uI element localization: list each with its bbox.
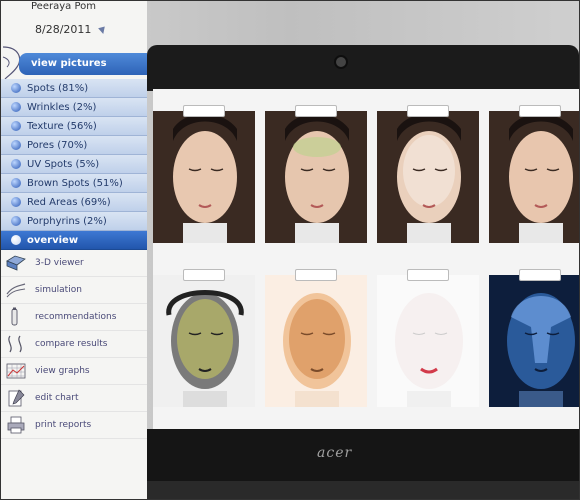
menu-item-label: Porphyrins (2%) — [27, 215, 107, 227]
menu-item-label: Red Areas (69%) — [27, 196, 111, 208]
monitor: acer — [147, 1, 579, 499]
tool-label: edit chart — [35, 393, 79, 403]
menu-item-pores[interactable]: Pores (70%) — [1, 136, 147, 155]
photo-tab — [295, 269, 337, 281]
recommendations-icon — [11, 307, 18, 326]
monitor-top-bezel — [147, 45, 579, 91]
monitor-brand-logo: acer — [317, 445, 353, 461]
face-photo-red-areas[interactable] — [377, 269, 479, 407]
bullet-icon — [11, 102, 21, 112]
bullet-icon — [11, 83, 21, 93]
face-photo-spots[interactable] — [153, 105, 255, 243]
photo-tab — [295, 105, 337, 117]
photo-tab — [183, 105, 225, 117]
photo-tab — [519, 105, 561, 117]
simulation-icon — [6, 283, 26, 298]
face-photo-texture[interactable] — [377, 105, 479, 243]
session-date-select[interactable]: 8/28/2011 ▼ — [35, 23, 108, 37]
photo-tab — [407, 269, 449, 281]
menu-item-red-areas[interactable]: Red Areas (69%) — [1, 193, 147, 212]
menu-item-label: Brown Spots (51%) — [27, 177, 123, 189]
analysis-menu: Spots (81%) Wrinkles (2%) Texture (56%) … — [1, 79, 147, 250]
face-image — [489, 275, 579, 407]
bullet-icon — [11, 235, 21, 245]
menu-item-texture[interactable]: Texture (56%) — [1, 117, 147, 136]
graph-icon — [6, 363, 26, 379]
face-image — [377, 275, 479, 407]
monitor-screen — [153, 89, 579, 429]
menu-item-overview[interactable]: overview — [1, 231, 147, 250]
bullet-icon — [11, 140, 21, 150]
photo-frame: Peeraya Pom 8/28/2011 ▼ view pictures Spo… — [0, 0, 580, 500]
face-image — [265, 275, 367, 407]
face-photo-pores[interactable] — [489, 105, 579, 243]
analysis-sidebar: Peeraya Pom 8/28/2011 ▼ view pictures Spo… — [1, 1, 147, 499]
face-image — [153, 111, 255, 243]
monitor-bottom-bezel: acer — [147, 429, 579, 481]
webcam-icon — [334, 55, 348, 69]
bullet-icon — [11, 159, 21, 169]
menu-item-label: overview — [27, 234, 79, 246]
session-date: 8/28/2011 — [35, 23, 92, 36]
tool-label: print reports — [35, 420, 92, 430]
menu-item-brown-spots[interactable]: Brown Spots (51%) — [1, 174, 147, 193]
bullet-icon — [11, 121, 21, 131]
tool-recommendations[interactable]: recommendations — [1, 304, 147, 331]
tool-label: simulation — [35, 285, 82, 295]
bullet-icon — [11, 216, 21, 226]
menu-item-spots[interactable]: Spots (81%) — [1, 79, 147, 98]
tool-label: 3-D viewer — [35, 258, 84, 268]
face-photo-wrinkles[interactable] — [265, 105, 367, 243]
menu-item-label: Texture (56%) — [27, 120, 97, 132]
menu-item-label: UV Spots (5%) — [27, 158, 100, 170]
menu-item-wrinkles[interactable]: Wrinkles (2%) — [1, 98, 147, 117]
tools-list: 3-D viewer simulation recommendations co… — [1, 250, 147, 439]
face-photo-porphyrins[interactable] — [489, 269, 579, 407]
menu-item-label: Wrinkles (2%) — [27, 101, 97, 113]
face-image — [377, 111, 479, 243]
tool-label: recommendations — [35, 312, 117, 322]
monitor-stand — [147, 481, 579, 499]
tool-compare-results[interactable]: compare results — [1, 331, 147, 358]
menu-item-uv-spots[interactable]: UV Spots (5%) — [1, 155, 147, 174]
face-photo-uv-spots[interactable] — [153, 269, 255, 407]
face-photo-brown-spots[interactable] — [265, 269, 367, 407]
menu-item-porphyrins[interactable]: Porphyrins (2%) — [1, 212, 147, 231]
edit-chart-icon — [8, 389, 25, 407]
menu-item-label: Pores (70%) — [27, 139, 88, 151]
bullet-icon — [11, 178, 21, 188]
tool-edit-chart[interactable]: edit chart — [1, 385, 147, 412]
tool-print-reports[interactable]: print reports — [1, 412, 147, 439]
tool-label: compare results — [35, 339, 108, 349]
3d-viewer-icon — [6, 255, 26, 271]
tool-view-graphs[interactable]: view graphs — [1, 358, 147, 385]
face-image — [489, 111, 579, 243]
view-pictures-header[interactable]: view pictures — [19, 53, 147, 75]
compare-icon — [8, 335, 22, 353]
face-image — [265, 111, 367, 243]
photo-tab — [183, 269, 225, 281]
photo-tab — [407, 105, 449, 117]
tool-label: view graphs — [35, 366, 90, 376]
face-image — [153, 275, 255, 407]
tool-3d-viewer[interactable]: 3-D viewer — [1, 250, 147, 277]
patient-name: Peeraya Pom — [31, 1, 96, 12]
menu-item-label: Spots (81%) — [27, 82, 89, 94]
tool-simulation[interactable]: simulation — [1, 277, 147, 304]
photo-tab — [519, 269, 561, 281]
print-icon — [7, 416, 25, 434]
bullet-icon — [11, 197, 21, 207]
chevron-down-icon: ▼ — [98, 25, 108, 37]
